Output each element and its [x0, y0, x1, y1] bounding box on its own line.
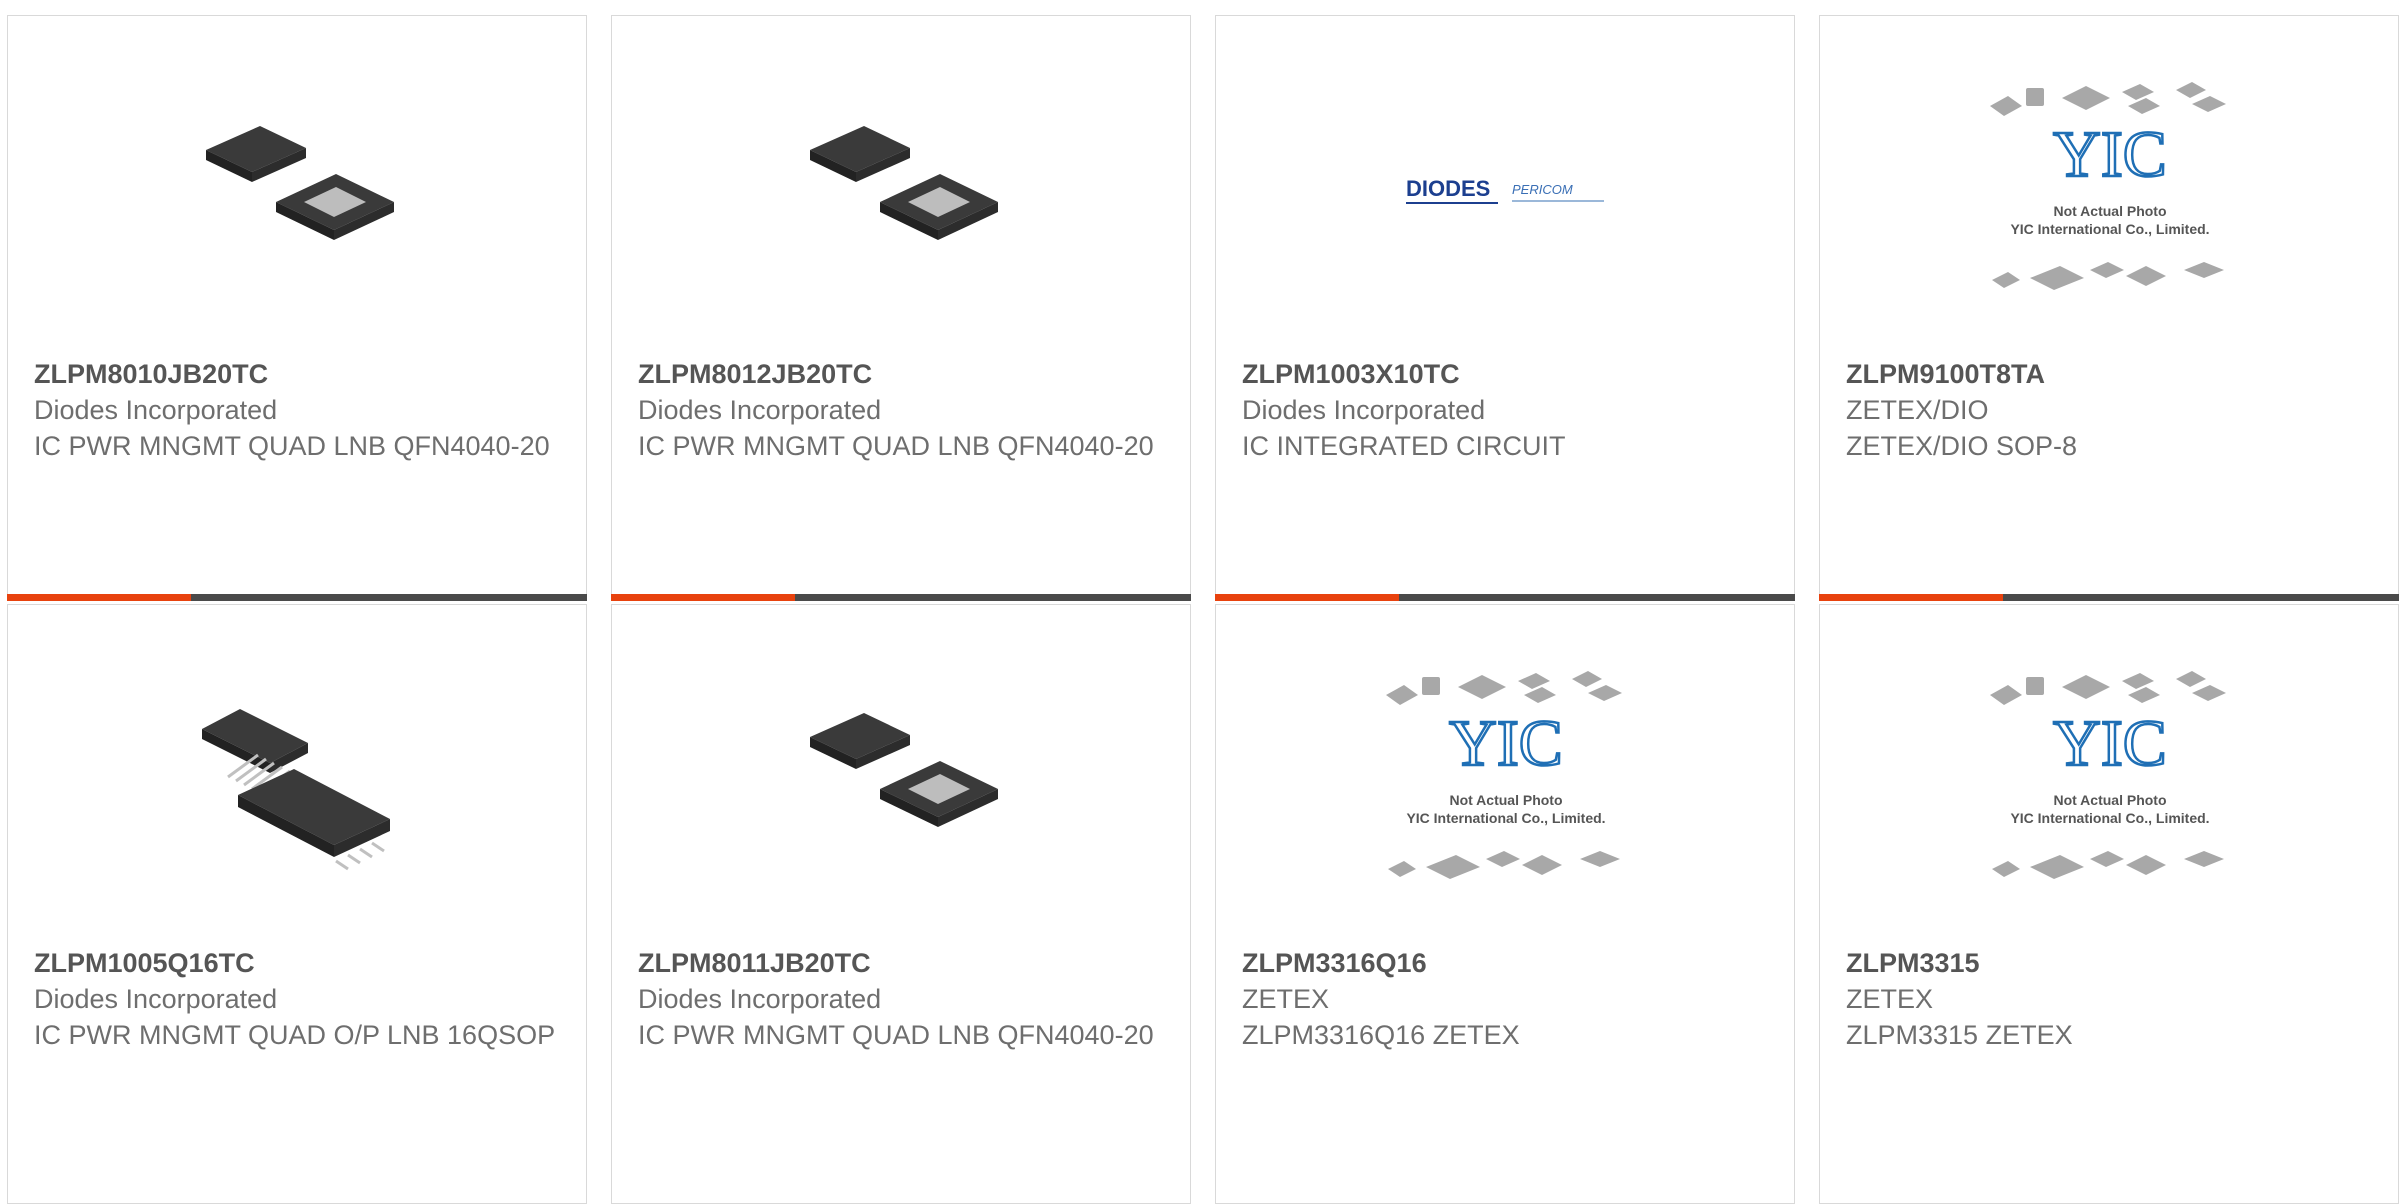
card-bar-accent — [1819, 594, 2003, 601]
product-card[interactable]: YIC Not Actual Photo YIC International C… — [1215, 604, 1795, 1204]
manufacturer: Diodes Incorporated — [34, 984, 278, 1014]
part-number[interactable]: ZLPM8012JB20TC — [638, 356, 1170, 392]
qfn-chip-image — [800, 675, 1004, 879]
svg-text:YIC: YIC — [2053, 118, 2167, 191]
manufacturer: ZETEX — [1846, 984, 1934, 1014]
product-card[interactable]: YIC Not Actual Photo YIC International C… — [1819, 15, 2399, 601]
product-card[interactable]: ZLPM8011JB20TC Diodes Incorporated IC PW… — [611, 604, 1191, 1204]
product-card[interactable]: YIC Not Actual Photo YIC International C… — [1819, 604, 2399, 1204]
card-bar — [7, 594, 587, 601]
description: IC INTEGRATED CIRCUIT — [1242, 431, 1566, 461]
card-bar-accent — [1215, 594, 1399, 601]
manufacturer: Diodes Incorporated — [1242, 395, 1486, 425]
card-bar — [1215, 594, 1795, 601]
diodes-pericom-logo: DIODES PERICOM — [1404, 88, 1608, 292]
yic-placeholder-image: YIC Not Actual Photo YIC International C… — [1970, 655, 2250, 905]
yic-placeholder-image: YIC Not Actual Photo YIC International C… — [1366, 655, 1646, 905]
description: IC PWR MNGMT QUAD O/P LNB 16QSOP — [34, 1020, 556, 1050]
svg-text:YIC International Co., Limited: YIC International Co., Limited. — [2010, 221, 2209, 237]
product-card[interactable]: ZLPM8012JB20TC Diodes Incorporated IC PW… — [611, 15, 1191, 601]
description: IC PWR MNGMT QUAD LNB QFN4040-20 — [34, 431, 550, 461]
svg-text:Not Actual Photo: Not Actual Photo — [1449, 792, 1562, 808]
manufacturer: Diodes Incorporated — [34, 395, 278, 425]
card-bar — [611, 594, 1191, 601]
description: ZLPM3315 ZETEX — [1846, 1020, 2073, 1050]
svg-text:YIC: YIC — [2053, 707, 2167, 780]
part-number[interactable]: ZLPM8010JB20TC — [34, 356, 566, 392]
card-bar-accent — [7, 594, 191, 601]
description: ZLPM3316Q16 ZETEX — [1242, 1020, 1520, 1050]
svg-text:YIC: YIC — [1449, 707, 1563, 780]
description: IC PWR MNGMT QUAD LNB QFN4040-20 — [638, 431, 1154, 461]
qfn-chip-image — [196, 88, 400, 292]
svg-text:Not Actual Photo: Not Actual Photo — [2053, 203, 2166, 219]
svg-text:DIODES: DIODES — [1406, 176, 1490, 201]
svg-text:Not Actual Photo: Not Actual Photo — [2053, 792, 2166, 808]
product-grid: ZLPM8010JB20TC Diodes Incorporated IC PW… — [0, 0, 2400, 1204]
svg-text:YIC International Co., Limited: YIC International Co., Limited. — [2010, 810, 2209, 826]
part-number[interactable]: ZLPM3315 — [1846, 945, 2378, 981]
yic-placeholder-image: YIC Not Actual Photo YIC International C… — [1970, 66, 2250, 316]
product-card[interactable]: ZLPM8010JB20TC Diodes Incorporated IC PW… — [7, 15, 587, 601]
product-card[interactable]: DIODES PERICOM ZLPM1003X10TC Diodes Inco… — [1215, 15, 1795, 601]
description: ZETEX/DIO SOP-8 — [1846, 431, 2078, 461]
qfn-chip-image — [800, 88, 1004, 292]
card-bar-accent — [611, 594, 795, 601]
part-number[interactable]: ZLPM3316Q16 — [1242, 945, 1774, 981]
card-bar — [1819, 594, 2399, 601]
svg-text:PERICOM: PERICOM — [1512, 182, 1573, 197]
manufacturer: Diodes Incorporated — [638, 984, 882, 1014]
part-number[interactable]: ZLPM8011JB20TC — [638, 945, 1170, 981]
part-number[interactable]: ZLPM9100T8TA — [1846, 356, 2378, 392]
product-card[interactable]: ZLPM1005Q16TC Diodes Incorporated IC PWR… — [7, 604, 587, 1204]
qsop-chip-image — [196, 675, 400, 879]
part-number[interactable]: ZLPM1005Q16TC — [34, 945, 566, 981]
manufacturer: Diodes Incorporated — [638, 395, 882, 425]
manufacturer: ZETEX — [1242, 984, 1330, 1014]
description: IC PWR MNGMT QUAD LNB QFN4040-20 — [638, 1020, 1154, 1050]
manufacturer: ZETEX/DIO — [1846, 395, 1989, 425]
part-number[interactable]: ZLPM1003X10TC — [1242, 356, 1774, 392]
svg-text:YIC International Co., Limited: YIC International Co., Limited. — [1406, 810, 1605, 826]
